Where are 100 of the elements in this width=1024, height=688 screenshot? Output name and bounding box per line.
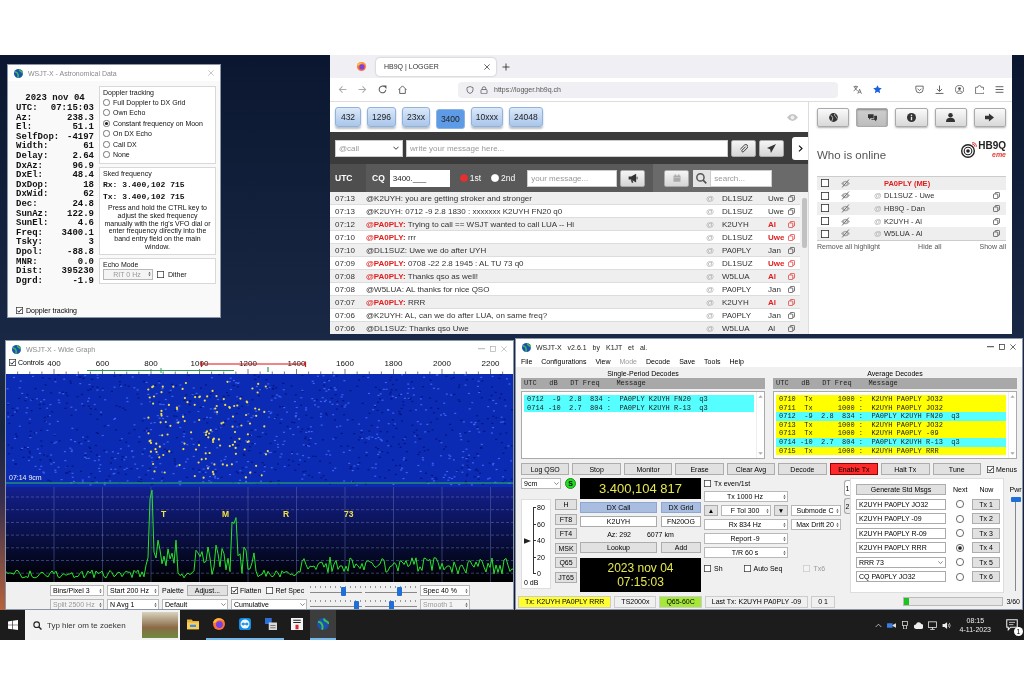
copy-icon[interactable]	[788, 285, 795, 293]
band-button[interactable]: 432	[335, 107, 361, 127]
close-icon[interactable]	[1010, 344, 1016, 350]
slider-handle[interactable]	[354, 600, 360, 609]
cq-message-input[interactable]: your message...	[527, 169, 618, 187]
panel-toggle-button[interactable]	[792, 136, 808, 160]
slider-handle[interactable]	[397, 586, 403, 596]
chat-button[interactable]	[856, 108, 889, 127]
video-camera-icon[interactable]	[886, 620, 896, 630]
maximize-icon[interactable]	[999, 344, 1005, 350]
radio-button[interactable]	[103, 140, 110, 148]
spin-arrows-icon[interactable]	[154, 601, 157, 608]
checkbox[interactable]	[16, 306, 23, 314]
copy-icon[interactable]	[788, 220, 795, 228]
next-message-radio[interactable]	[956, 572, 964, 581]
next-message-radio[interactable]	[956, 500, 964, 508]
checkbox[interactable]	[821, 191, 829, 200]
copy-icon[interactable]	[788, 194, 795, 202]
eye-slash-icon[interactable]	[841, 178, 850, 188]
band-button[interactable]: 24048	[509, 107, 543, 127]
bookmark-star-icon[interactable]	[873, 85, 882, 94]
scrollbar[interactable]	[756, 392, 764, 458]
copy-icon[interactable]	[993, 205, 1000, 212]
band-button[interactable]: 10xxx	[470, 107, 504, 127]
spin-arrows-icon[interactable]	[783, 535, 786, 542]
spin-arrows-icon[interactable]	[783, 521, 786, 528]
pocket-icon[interactable]	[915, 85, 924, 94]
cq-frequency-field[interactable]: 3400.___	[389, 169, 450, 187]
spin-arrows-icon[interactable]	[154, 587, 157, 594]
globe-button[interactable]	[817, 108, 850, 127]
copy-icon[interactable]	[788, 246, 795, 254]
copy-icon[interactable]	[788, 298, 795, 306]
slider-handle[interactable]	[388, 600, 394, 609]
search-icon[interactable]	[693, 169, 711, 187]
logout-button[interactable]	[973, 108, 1006, 127]
send-button[interactable]	[759, 139, 784, 157]
spin-arrows-icon[interactable]	[766, 507, 769, 514]
band-button[interactable]: 1296	[367, 107, 396, 127]
minimize-icon[interactable]	[987, 346, 994, 348]
checkbox[interactable]	[821, 204, 829, 213]
spin-arrows-icon[interactable]	[465, 587, 468, 594]
eye-slash-icon[interactable]	[841, 191, 850, 201]
eye-slash-icon[interactable]	[841, 204, 850, 213]
checkbox[interactable]	[743, 564, 751, 572]
reload-icon[interactable]	[378, 85, 387, 94]
search-field[interactable]: search...	[710, 169, 773, 187]
band-button[interactable]: 3400	[435, 108, 465, 129]
radio-button[interactable]	[103, 151, 110, 159]
caret-icon[interactable]	[300, 603, 305, 606]
checkbox[interactable]	[821, 229, 829, 238]
checkbox[interactable]	[9, 359, 16, 366]
checkbox[interactable]	[704, 564, 711, 572]
spin-arrows-icon[interactable]	[99, 587, 102, 594]
copy-icon[interactable]	[788, 259, 795, 267]
radio-button[interactable]	[103, 119, 110, 127]
checkbox[interactable]	[821, 179, 829, 188]
copy-icon[interactable]	[788, 272, 795, 280]
spin-arrows-icon[interactable]	[836, 507, 839, 514]
new-tab-icon[interactable]	[502, 62, 510, 71]
copy-icon[interactable]	[993, 192, 1000, 200]
calendar-button[interactable]	[664, 169, 690, 187]
checkbox[interactable]	[231, 587, 238, 594]
spin-arrows-icon[interactable]	[836, 521, 839, 528]
menu-icon[interactable]	[995, 85, 1004, 94]
power-slider-handle[interactable]	[1010, 497, 1021, 502]
checkbox[interactable]	[157, 270, 164, 278]
radio-button[interactable]	[459, 174, 468, 182]
copy-icon[interactable]	[788, 311, 795, 319]
close-icon[interactable]	[484, 63, 490, 70]
usb-device-icon[interactable]	[900, 621, 909, 629]
puzzle-piece-icon[interactable]	[975, 85, 984, 94]
checkbox[interactable]	[821, 217, 829, 226]
copy-icon[interactable]	[788, 324, 795, 332]
scrollbar[interactable]	[1008, 392, 1016, 458]
copy-icon[interactable]	[993, 230, 1000, 238]
next-message-radio[interactable]	[956, 514, 964, 523]
eye-slash-icon[interactable]	[841, 216, 850, 226]
copy-icon[interactable]	[788, 233, 795, 241]
checkbox[interactable]	[704, 479, 711, 487]
chevron-up-icon[interactable]	[874, 621, 882, 629]
copy-icon[interactable]	[993, 217, 1000, 225]
download-icon[interactable]	[935, 85, 944, 94]
next-message-radio[interactable]	[956, 529, 964, 537]
cloud-icon[interactable]	[913, 620, 923, 630]
copy-icon[interactable]	[788, 207, 795, 215]
checkbox[interactable]	[986, 465, 994, 473]
home-icon[interactable]	[398, 85, 407, 94]
slider-handle[interactable]	[341, 586, 346, 596]
announce-button[interactable]	[620, 169, 646, 187]
radio-button[interactable]	[103, 98, 110, 106]
scrollbar[interactable]	[800, 192, 808, 334]
caret-icon[interactable]	[554, 482, 559, 485]
eye-slash-icon[interactable]	[841, 229, 850, 239]
radio-button[interactable]	[103, 130, 110, 138]
band-button[interactable]: 23xx	[401, 107, 430, 127]
info-button[interactable]	[895, 108, 928, 127]
account-icon[interactable]	[955, 85, 964, 94]
attach-button[interactable]	[731, 139, 756, 157]
slider-track[interactable]	[310, 599, 362, 609]
monitor-icon[interactable]	[927, 620, 937, 630]
